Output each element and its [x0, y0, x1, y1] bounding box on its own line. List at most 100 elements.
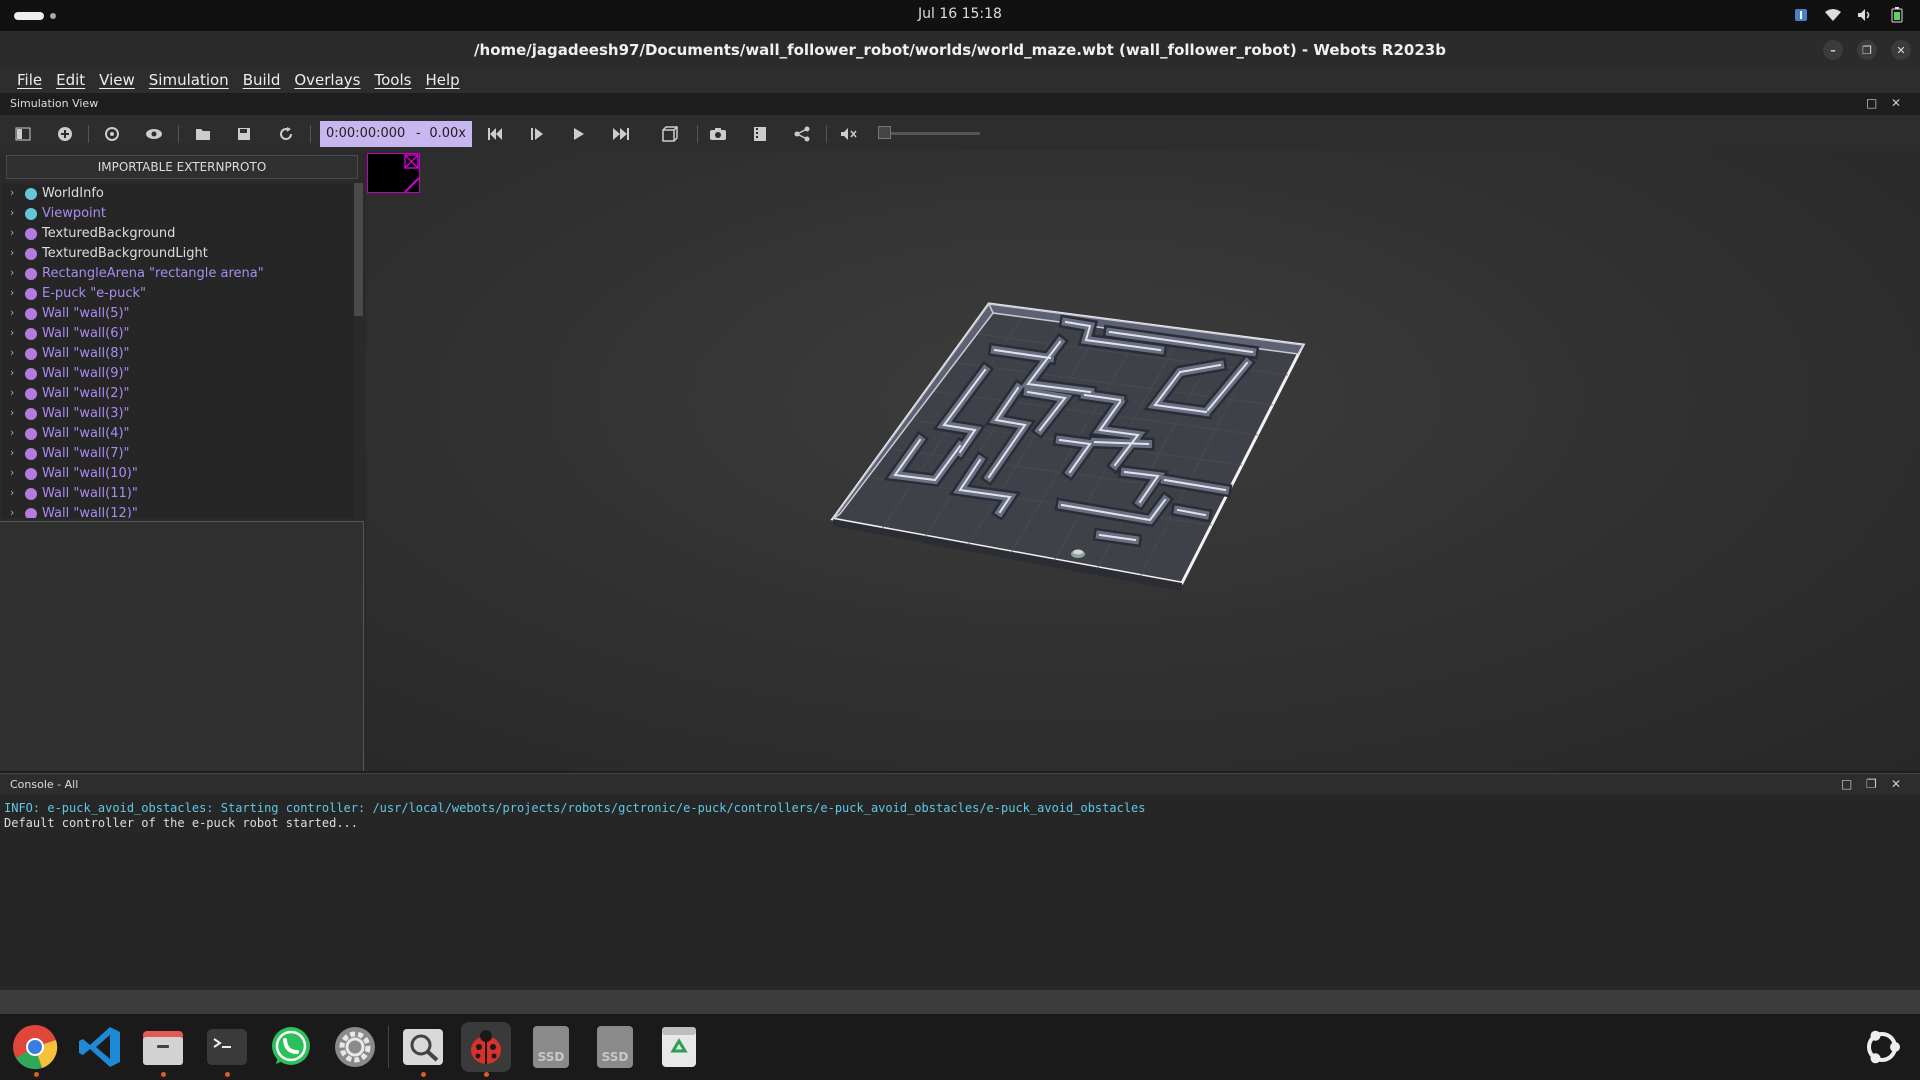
scene-tree-node[interactable]: › Wall "wall(8)": [2, 344, 356, 364]
minimize-button[interactable]: –: [1823, 40, 1843, 60]
scene-tree-node[interactable]: › Wall "wall(4)": [2, 424, 356, 444]
menu-build[interactable]: Build: [236, 69, 288, 93]
image-viewer-launcher[interactable]: [398, 1022, 448, 1072]
menu-overlays[interactable]: Overlays: [287, 69, 367, 93]
scene-tree-node[interactable]: › TexturedBackground: [2, 224, 356, 244]
scene-tree-node[interactable]: › Wall "wall(11)": [2, 484, 356, 504]
view-eye-icon[interactable]: [143, 123, 165, 145]
share-icon[interactable]: [791, 123, 813, 145]
toggle-scene-tree-icon[interactable]: [12, 123, 34, 145]
add-node-icon[interactable]: [54, 123, 76, 145]
battery-icon[interactable]: [1888, 6, 1906, 24]
record-movie-icon[interactable]: [749, 123, 771, 145]
wifi-icon[interactable]: [1824, 6, 1842, 24]
ssd-drive-2[interactable]: SSD: [590, 1022, 640, 1072]
close-console-icon[interactable]: ✕: [1891, 777, 1901, 791]
menu-edit[interactable]: Edit: [49, 69, 92, 93]
scene-tree-node-label: WorldInfo: [42, 186, 104, 201]
volume-slider-track[interactable]: [884, 132, 980, 135]
menu-view[interactable]: View: [92, 69, 142, 93]
trash-launcher[interactable]: [654, 1022, 704, 1072]
3d-viewport[interactable]: [366, 151, 1920, 771]
save-world-icon[interactable]: [233, 123, 255, 145]
expand-arrow-icon[interactable]: ›: [10, 206, 14, 219]
files-icon: [143, 1031, 183, 1065]
reload-world-icon[interactable]: [275, 123, 297, 145]
scene-tree-node[interactable]: › TexturedBackgroundLight: [2, 244, 356, 264]
float-console-icon[interactable]: ❐: [1866, 777, 1877, 791]
fast-forward-icon[interactable]: [610, 123, 632, 145]
expand-arrow-icon[interactable]: ›: [10, 446, 14, 459]
volume-slider-handle[interactable]: [878, 126, 891, 139]
reset-viewpoint-icon[interactable]: [101, 123, 123, 145]
whatsapp-launcher[interactable]: [266, 1022, 316, 1072]
webots-launcher[interactable]: [461, 1022, 511, 1072]
scene-tree-node-label: Wall "wall(8)": [42, 346, 130, 361]
scene-tree-node[interactable]: › Wall "wall(3)": [2, 404, 356, 424]
ssd-drive-1[interactable]: SSD: [526, 1022, 576, 1072]
step-icon[interactable]: [526, 123, 548, 145]
show-apps-button[interactable]: [1857, 1022, 1907, 1072]
scene-tree-node[interactable]: › Wall "wall(10)": [2, 464, 356, 484]
close-window-button[interactable]: ✕: [1891, 40, 1911, 60]
scene-tree-node[interactable]: › Wall "wall(5)": [2, 304, 356, 324]
reset-simulation-icon[interactable]: [484, 123, 506, 145]
settings-launcher[interactable]: [330, 1022, 380, 1072]
open-world-icon[interactable]: [192, 123, 214, 145]
scene-tree-node[interactable]: › Viewpoint: [2, 204, 356, 224]
expand-arrow-icon[interactable]: ›: [10, 346, 14, 359]
scene-tree-scrollbar[interactable]: [354, 183, 363, 518]
scene-tree-node[interactable]: › Wall "wall(6)": [2, 324, 356, 344]
expand-arrow-icon[interactable]: ›: [10, 506, 14, 518]
chrome-icon: [13, 1025, 58, 1070]
expand-arrow-icon[interactable]: ›: [10, 466, 14, 479]
expand-arrow-icon[interactable]: ›: [10, 306, 14, 319]
play-icon[interactable]: [568, 123, 590, 145]
expand-arrow-icon[interactable]: ›: [10, 326, 14, 339]
vscode-launcher[interactable]: [75, 1022, 125, 1072]
expand-arrow-icon[interactable]: ›: [10, 486, 14, 499]
scene-tree-node-label: TexturedBackgroundLight: [42, 246, 208, 261]
menu-help[interactable]: Help: [418, 69, 466, 93]
console-output[interactable]: INFO: e-puck_avoid_obstacles: Starting c…: [0, 795, 1920, 990]
scene-tree-node[interactable]: › Wall "wall(2)": [2, 384, 356, 404]
terminal-launcher[interactable]: [202, 1022, 252, 1072]
scene-tree-node[interactable]: › WorldInfo: [2, 184, 356, 204]
clock[interactable]: Jul 16 15:18: [0, 6, 1920, 22]
scene-tree-node[interactable]: › Wall "wall(9)": [2, 364, 356, 384]
scene-tree-node[interactable]: › Wall "wall(7)": [2, 444, 356, 464]
maximize-button[interactable]: ❐: [1857, 40, 1877, 60]
system-tray[interactable]: [1792, 6, 1906, 24]
volume-icon[interactable]: [1856, 6, 1874, 24]
window-title-bar[interactable]: /home/jagadeesh97/Documents/wall_followe…: [0, 31, 1920, 69]
maximize-panel-icon[interactable]: □: [1866, 96, 1877, 110]
expand-arrow-icon[interactable]: ›: [10, 426, 14, 439]
expand-arrow-icon[interactable]: ›: [10, 366, 14, 379]
dock-separator: [388, 1026, 389, 1068]
screenshot-icon[interactable]: [707, 123, 729, 145]
expand-arrow-icon[interactable]: ›: [10, 386, 14, 399]
scene-tree-node[interactable]: › RectangleArena "rectangle arena": [2, 264, 356, 284]
scrollbar-thumb[interactable]: [354, 183, 363, 316]
maximize-console-icon[interactable]: □: [1841, 777, 1852, 791]
expand-arrow-icon[interactable]: ›: [10, 266, 14, 279]
rendering-toggle-icon[interactable]: [659, 123, 681, 145]
expand-arrow-icon[interactable]: ›: [10, 226, 14, 239]
expand-arrow-icon[interactable]: ›: [10, 406, 14, 419]
scene-tree-node[interactable]: › Wall "wall(12)": [2, 504, 356, 518]
scene-tree-node[interactable]: › E-puck "e-puck": [2, 284, 356, 304]
mute-icon[interactable]: [838, 123, 860, 145]
expand-arrow-icon[interactable]: ›: [10, 286, 14, 299]
notification-icon[interactable]: [1792, 6, 1810, 24]
chrome-launcher[interactable]: [10, 1022, 60, 1072]
menu-simulation[interactable]: Simulation: [142, 69, 236, 93]
expand-arrow-icon[interactable]: ›: [10, 186, 14, 199]
node-type-icon: [25, 188, 37, 200]
importable-externproto-button[interactable]: IMPORTABLE EXTERNPROTO: [6, 155, 358, 179]
menu-file[interactable]: File: [10, 69, 49, 93]
files-launcher[interactable]: [138, 1022, 188, 1072]
close-panel-icon[interactable]: ✕: [1891, 96, 1901, 110]
menu-tools[interactable]: Tools: [367, 69, 418, 93]
expand-arrow-icon[interactable]: ›: [10, 246, 14, 259]
scene-tree-node-label: Wall "wall(4)": [42, 426, 130, 441]
